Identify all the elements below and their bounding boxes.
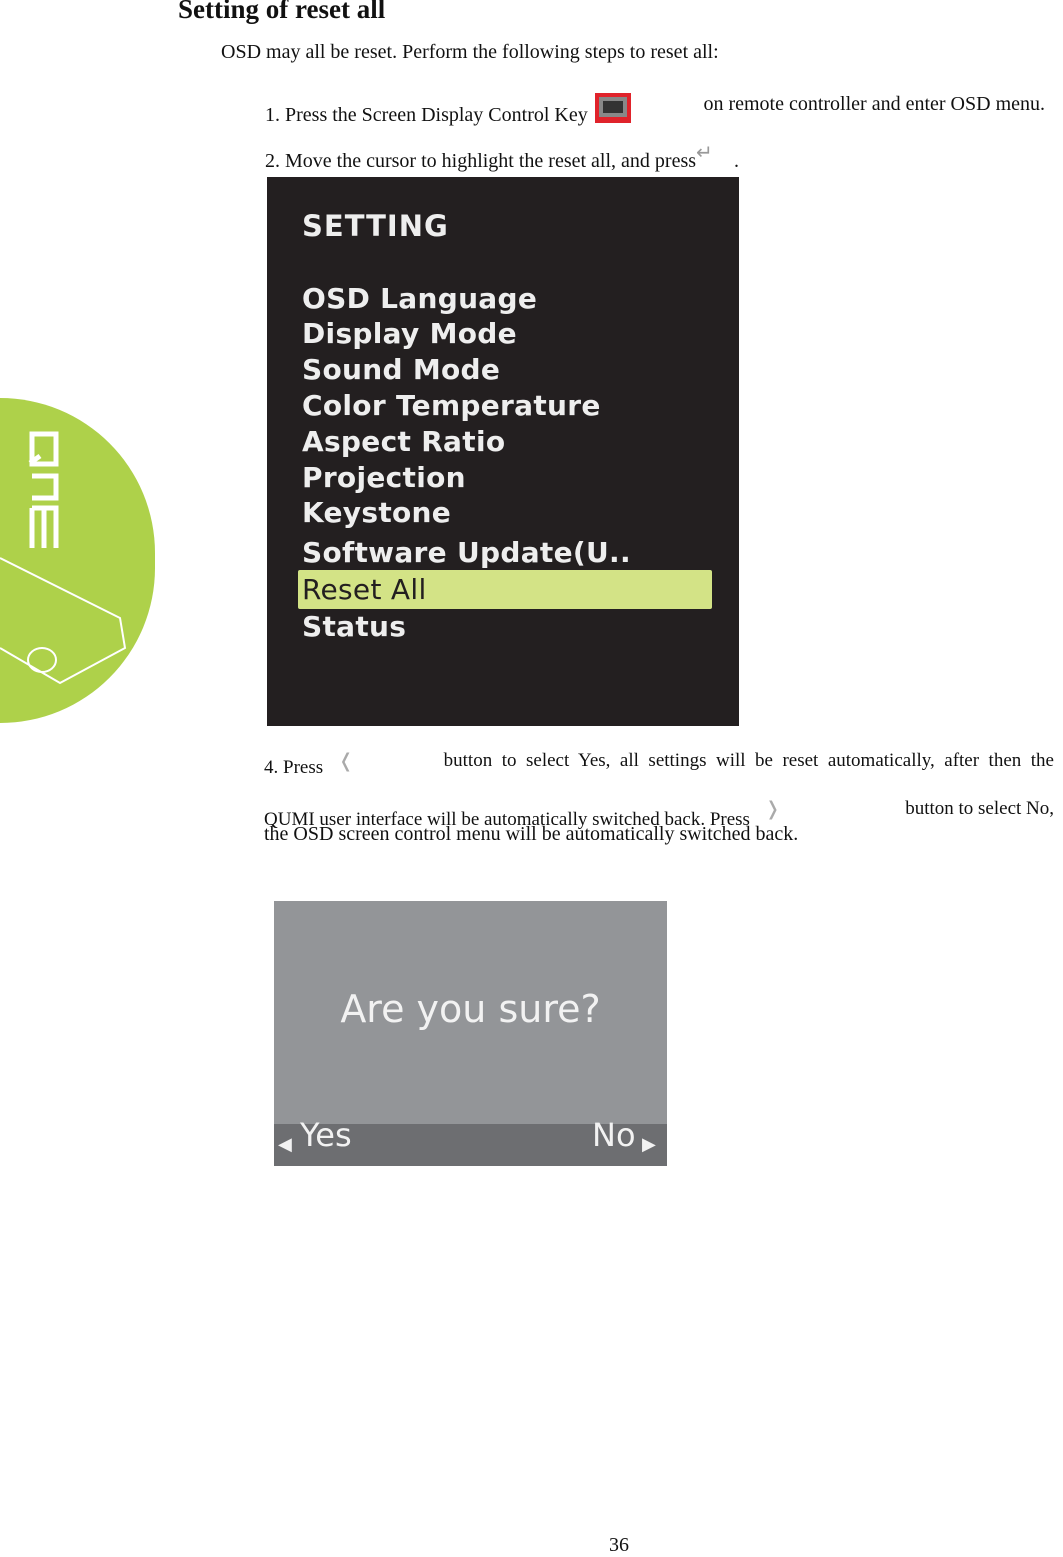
dialog-button-bar: ◀ Yes No ▶ — [274, 1116, 667, 1166]
yes-button[interactable]: Yes — [300, 1116, 352, 1154]
menu-item[interactable]: Projection — [302, 461, 466, 494]
step-4-line-1: 4. Press ❬ button to select Yes, all set… — [264, 750, 1054, 779]
step-1: 1. Press the Screen Display Control Key … — [265, 93, 1045, 127]
section-title: Setting of reset all — [178, 0, 386, 24]
osd-title: SETTING — [302, 209, 449, 243]
right-triangle-icon: ▶ — [642, 1134, 656, 1155]
step-2-end: . — [734, 150, 740, 172]
step-4-text-cont: button to select Yes, all settings will … — [443, 750, 1054, 771]
menu-item[interactable]: Sound Mode — [302, 353, 500, 386]
dialog-question: Are you sure? — [340, 987, 601, 1031]
step-4-text: 4. Press — [264, 757, 324, 778]
left-triangle-icon: ◀ — [278, 1134, 292, 1155]
step-4-line-3: the OSD screen control menu will be auto… — [264, 823, 799, 845]
step-2: 2. Move the cursor to highlight the rese… — [265, 140, 739, 173]
enter-icon: ↵ — [696, 140, 713, 164]
menu-item[interactable]: Software Update(U.. — [302, 536, 631, 569]
menu-item[interactable]: Aspect Ratio — [302, 425, 505, 458]
menu-item-selected[interactable]: Reset All — [302, 573, 427, 606]
step-2-text: 2. Move the cursor to highlight the rese… — [265, 150, 697, 172]
no-button[interactable]: No — [592, 1116, 636, 1154]
menu-key-icon — [594, 93, 631, 123]
confirm-dialog: Are you sure? ◀ Yes No ▶ — [274, 901, 667, 1166]
right-arrow-icon: ❭ — [764, 798, 781, 820]
qumi-logo — [0, 398, 155, 723]
step-4-text-2b: button to select No, — [905, 798, 1054, 819]
step-1-text: 1. Press the Screen Display Control Key — [265, 104, 588, 126]
left-arrow-icon: ❬ — [337, 750, 354, 772]
menu-item[interactable]: OSD Language — [302, 282, 537, 315]
menu-item[interactable]: Display Mode — [302, 317, 517, 350]
menu-item[interactable]: Keystone — [302, 496, 451, 529]
step-1-text-end: on remote controller and enter OSD menu. — [703, 93, 1045, 115]
osd-setting-menu: SETTING OSD Language Display Mode Sound … — [267, 177, 739, 726]
intro-text: OSD may all be reset. Perform the follow… — [221, 41, 719, 63]
menu-item[interactable]: Status — [302, 610, 406, 643]
menu-item[interactable]: Color Temperature — [302, 389, 601, 422]
